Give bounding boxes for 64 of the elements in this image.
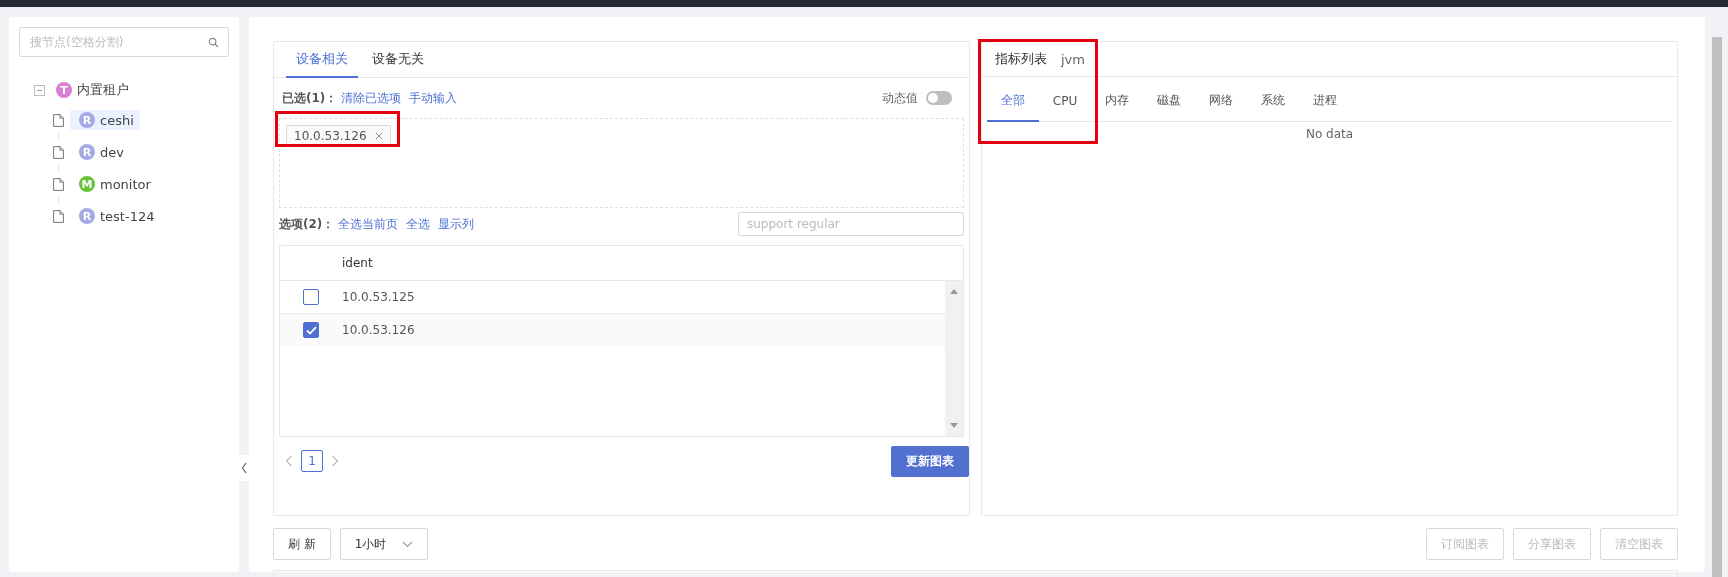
node-badge: T [56,82,72,98]
tree-node[interactable]: R dev [70,142,130,162]
scroll-up-icon[interactable] [950,289,958,294]
chevron-left-icon [241,462,247,474]
selected-tag[interactable]: 10.0.53.126 [286,125,391,147]
tree-node[interactable]: M monitor [70,174,157,194]
time-range-dropdown[interactable]: 1小时 [339,528,429,560]
file-icon [53,145,64,159]
node-badge: R [79,144,95,160]
action-link[interactable]: 手动输入 [409,89,458,107]
scroll-down-icon[interactable] [950,423,958,428]
action-link[interactable]: 全选 [406,215,431,233]
filter-field[interactable]: support regular [738,212,964,236]
tab[interactable]: 网络 [1195,81,1247,122]
toggle-label: 动态值 [882,89,918,107]
previous-page-icon[interactable] [285,455,293,467]
file-icon [53,209,64,223]
next-page-icon[interactable] [331,455,339,467]
tree-node[interactable]: T 内置租户 [56,79,135,101]
caret-icon [402,540,414,548]
refresh-button[interactable]: 刷 新 [273,528,331,560]
tab[interactable]: 设备无关 [362,42,434,78]
node-badge: R [79,112,95,128]
tab[interactable]: 磁盘 [1143,81,1195,122]
tree-node[interactable]: R test-124 [70,206,161,226]
scrollbar[interactable] [945,281,963,436]
table-cell: 10.0.53.125 [342,290,415,304]
tab[interactable]: CPU [1039,81,1091,122]
table-cell: 10.0.53.126 [342,323,415,337]
empty-message: No data [1304,127,1355,141]
tab[interactable]: 进程 [1299,81,1351,122]
update-chart-button[interactable]: 更新图表 [891,445,969,477]
action-link[interactable]: 显示列 [438,215,475,233]
tab[interactable]: 设备相关 [286,42,358,78]
node-badge: M [79,176,95,192]
checkbox[interactable] [303,322,319,338]
node-badge: R [79,208,95,224]
scrollbar[interactable] [1711,37,1722,577]
tab[interactable]: 系统 [1247,81,1299,122]
tab[interactable]: 全部 [987,81,1039,122]
options-count-label: 选项(2)： [279,215,335,233]
node-label: dev [100,144,124,160]
action-link[interactable]: 清除已选项 [341,89,402,107]
node-label: 内置租户 [77,81,129,99]
action-link[interactable]: 全选当前页 [338,215,399,233]
panel-title: 指标列表 [995,50,1047,68]
close-icon[interactable] [374,132,383,140]
checkbox[interactable] [303,289,319,305]
selected-count-label: 已选(1)： [282,89,338,107]
node-label: ceshi [100,112,134,128]
tab[interactable]: 内存 [1091,81,1143,122]
panel-subtitle: jvm [1061,51,1085,67]
toggle-switch[interactable] [926,91,952,105]
table-row[interactable]: 10.0.53.126 [280,314,945,346]
node-label: monitor [100,176,151,192]
search-icon [208,37,219,48]
tree-node[interactable]: R ceshi [70,110,140,130]
column-header: ident [342,256,373,270]
file-icon [53,113,64,127]
collapse-icon[interactable] [34,84,45,96]
node-label: test-124 [100,208,155,224]
file-icon [53,177,64,191]
search-field[interactable]: 搜节点(空格分割) [19,27,229,57]
page-button[interactable]: 1 [301,450,323,472]
